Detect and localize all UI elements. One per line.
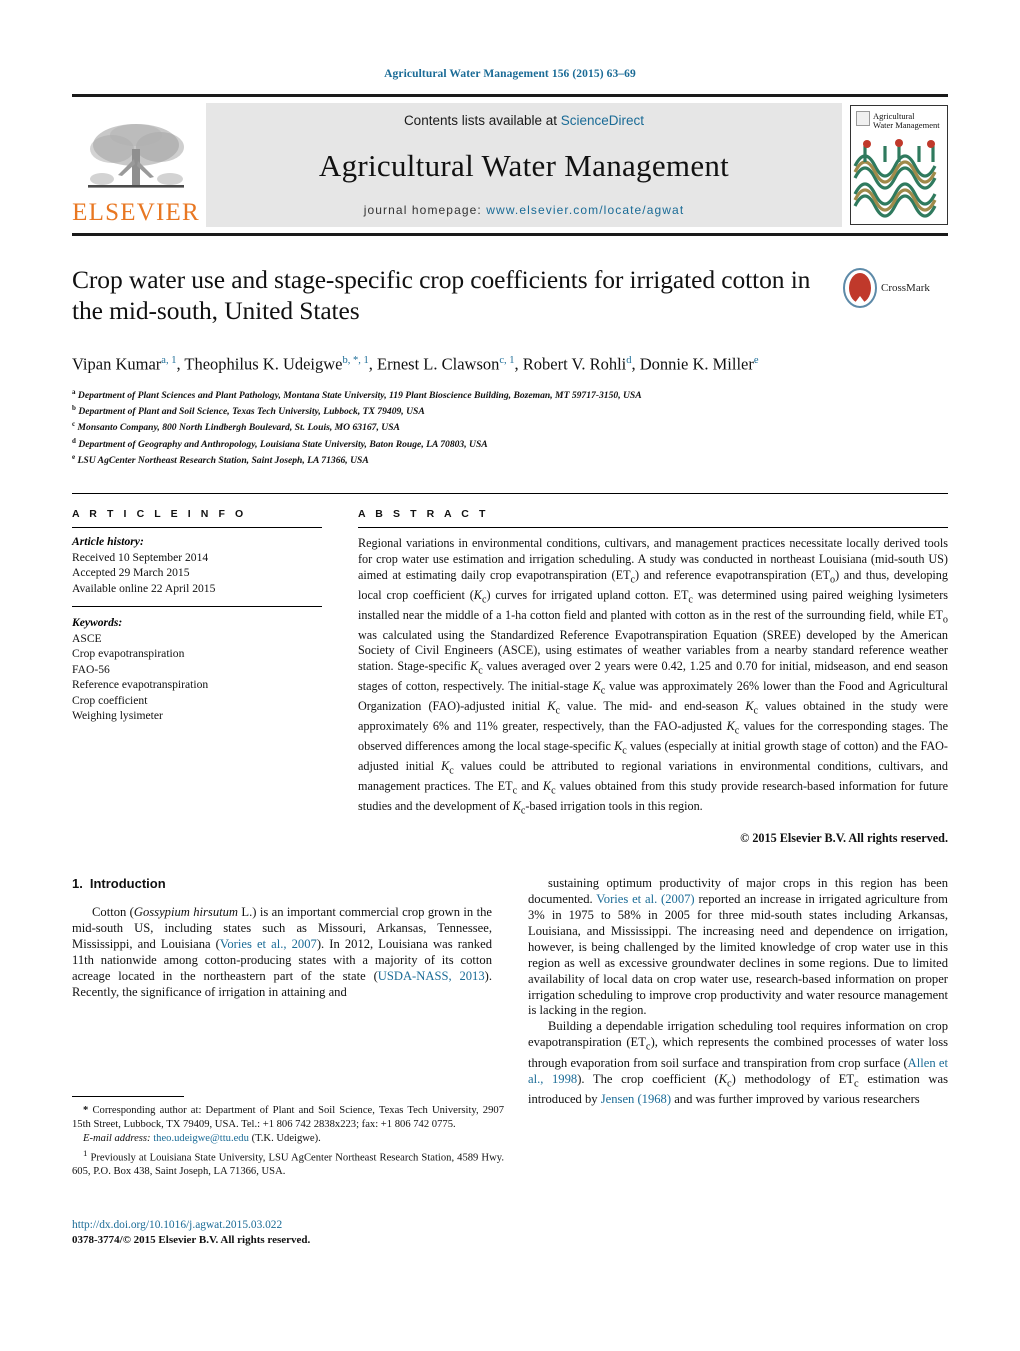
keywords-rule bbox=[72, 606, 322, 608]
cover-title-line2: Water Management bbox=[873, 120, 940, 130]
journal-masthead: ELSEVIER Contents lists available at Sci… bbox=[72, 94, 948, 236]
affiliation-list: a Department of Plant Sciences and Plant… bbox=[72, 386, 948, 468]
keyword-item: ASCE bbox=[72, 631, 102, 645]
footnote-previous-affiliation: 1 Previously at Louisiana State Universi… bbox=[72, 1147, 504, 1177]
footnote-email: E-mail address: theo.udeigwe@ttu.edu (T.… bbox=[72, 1132, 504, 1146]
affiliation-text: Department of Plant Sciences and Plant P… bbox=[77, 389, 642, 401]
footnote-corresponding-author: * Corresponding author at: Department of… bbox=[72, 1105, 504, 1130]
footnote-rule bbox=[72, 1096, 184, 1097]
abstract-heading: A B S T R A C T bbox=[358, 508, 489, 521]
intro-paragraph-right-2: Building a dependable irrigation schedul… bbox=[528, 1019, 948, 1106]
affiliation-text: LSU AgCenter Northeast Research Station,… bbox=[77, 455, 369, 467]
article-history-label: Article history: bbox=[72, 535, 144, 549]
journal-band: Contents lists available at ScienceDirec… bbox=[206, 103, 842, 227]
crossmark-icon bbox=[843, 268, 877, 308]
journal-homepage-link[interactable]: www.elsevier.com/locate/agwat bbox=[486, 203, 684, 217]
abstract-copyright: © 2015 Elsevier B.V. All rights reserved… bbox=[740, 831, 948, 846]
title-block: Crop water use and stage-specific crop c… bbox=[72, 264, 948, 334]
page-title: Crop water use and stage-specific crop c… bbox=[72, 265, 811, 325]
affiliation-item: b Department of Plant and Soil Science, … bbox=[72, 402, 948, 418]
sciencedirect-link[interactable]: ScienceDirect bbox=[561, 113, 644, 128]
section-title: Introduction bbox=[89, 876, 166, 892]
keywords-block: Keywords: ASCE Crop evapotranspiration F… bbox=[72, 615, 322, 724]
affiliation-text: Monsanto Company, 800 North Lindbergh Bo… bbox=[77, 422, 400, 434]
history-available-online: Available online 22 April 2015 bbox=[72, 581, 216, 595]
history-accepted: Accepted 29 March 2015 bbox=[72, 566, 190, 580]
info-abstract-section: A R T I C L E I N F O Article history: R… bbox=[72, 493, 948, 846]
body-column-left: 1. Introduction Cotton (Gossypium hirsutu… bbox=[72, 876, 492, 1108]
email-suffix: (T.K. Udeigwe). bbox=[251, 1133, 321, 1145]
issn-copyright-line: 0378-3774/© 2015 Elsevier B.V. All right… bbox=[72, 1233, 311, 1246]
homepage-prefix: journal homepage: bbox=[363, 203, 487, 217]
intro-paragraph-left: Cotton (Gossypium hirsutum L.) is an imp… bbox=[72, 905, 492, 999]
email-label: E-mail address: bbox=[83, 1133, 151, 1145]
affiliation-marker: a bbox=[72, 387, 76, 396]
crossmark-label: CrossMark bbox=[881, 282, 930, 294]
keyword-item: FAO-56 bbox=[72, 662, 110, 676]
cover-artwork bbox=[853, 139, 937, 218]
elsevier-tree-icon bbox=[88, 124, 184, 188]
section-number: 1. bbox=[72, 876, 83, 892]
contents-available-line: Contents lists available at ScienceDirec… bbox=[404, 113, 644, 128]
cover-elsevier-mark-icon bbox=[856, 111, 870, 126]
affiliation-marker: b bbox=[72, 403, 76, 412]
footnote-block: * Corresponding author at: Department of… bbox=[72, 1096, 504, 1180]
running-head: Agricultural Water Management 156 (2015)… bbox=[384, 68, 636, 80]
footer-doi-block: http://dx.doi.org/10.1016/j.agwat.2015.0… bbox=[72, 1218, 504, 1247]
article-info-heading: A R T I C L E I N F O bbox=[72, 508, 247, 521]
affiliation-item: d Department of Geography and Anthropolo… bbox=[72, 435, 948, 451]
keyword-item: Crop coefficient bbox=[72, 693, 148, 707]
author-list: Vipan Kumara, 1, Theophilus K. Udeigweb,… bbox=[72, 354, 759, 374]
abstract-column: A B S T R A C T Regional variations in e… bbox=[358, 494, 948, 846]
keyword-item: Reference evapotranspiration bbox=[72, 678, 209, 692]
journal-article-page: Agricultural Water Management 156 (2015)… bbox=[0, 0, 1020, 1351]
affiliation-marker: e bbox=[72, 453, 76, 462]
intro-paragraph-right-1: sustaining optimum productivity of major… bbox=[528, 876, 948, 1018]
affiliation-item: c Monsanto Company, 800 North Lindbergh … bbox=[72, 418, 948, 434]
affiliation-text: Department of Plant and Soil Science, Te… bbox=[78, 406, 425, 418]
journal-cover-thumbnail[interactable]: Agricultural Water Management bbox=[850, 105, 948, 225]
elsevier-logo: ELSEVIER bbox=[72, 103, 200, 227]
keywords-label: Keywords: bbox=[72, 616, 123, 630]
elsevier-wordmark: ELSEVIER bbox=[72, 199, 200, 226]
crossmark-badge[interactable]: CrossMark bbox=[843, 268, 948, 308]
abstract-text: Regional variations in environmental con… bbox=[358, 536, 949, 817]
section-heading-introduction: 1. Introduction bbox=[72, 876, 492, 891]
affiliation-item: a Department of Plant Sciences and Plant… bbox=[72, 386, 948, 402]
history-received: Received 10 September 2014 bbox=[72, 550, 209, 564]
article-info-column: A R T I C L E I N F O Article history: R… bbox=[72, 494, 322, 846]
affiliation-marker: c bbox=[72, 420, 76, 429]
email-link[interactable]: theo.udeigwe@ttu.edu bbox=[153, 1133, 249, 1144]
body-columns: 1. Introduction Cotton (Gossypium hirsutu… bbox=[72, 876, 948, 1108]
abstract-rule bbox=[358, 527, 948, 529]
doi-link[interactable]: http://dx.doi.org/10.1016/j.agwat.2015.0… bbox=[72, 1218, 504, 1233]
keyword-item: Crop evapotranspiration bbox=[72, 647, 185, 661]
affiliation-text: Department of Geography and Anthropology… bbox=[78, 438, 488, 450]
cover-title: Agricultural Water Management bbox=[873, 112, 940, 130]
journal-homepage-line: journal homepage: www.elsevier.com/locat… bbox=[364, 203, 685, 217]
keyword-item: Weighing lysimeter bbox=[72, 709, 163, 723]
contents-prefix: Contents lists available at bbox=[403, 113, 561, 128]
body-column-right: sustaining optimum productivity of major… bbox=[528, 876, 948, 1108]
affiliation-marker: d bbox=[72, 436, 76, 445]
journal-title: Agricultural Water Management bbox=[318, 147, 730, 183]
affiliation-item: e LSU AgCenter Northeast Research Statio… bbox=[72, 451, 948, 467]
